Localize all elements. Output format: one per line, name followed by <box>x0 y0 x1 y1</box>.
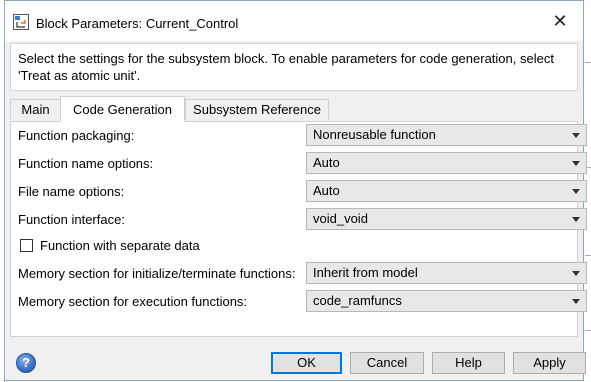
file-name-options-select[interactable]: Auto <box>306 180 587 202</box>
background-tick <box>585 330 591 331</box>
function-interface-label: Function interface: <box>18 212 125 227</box>
memory-exec-label: Memory section for execution functions: <box>18 294 248 309</box>
memory-exec-select[interactable]: code_ramfuncs <box>306 290 587 312</box>
chevron-down-icon <box>572 271 580 276</box>
chevron-down-icon <box>572 189 580 194</box>
file-name-options-value: Auto <box>313 183 340 198</box>
memory-init-term-select[interactable]: Inherit from model <box>306 262 587 284</box>
separate-data-checkbox[interactable] <box>20 239 33 252</box>
chevron-down-icon <box>572 161 580 166</box>
tab-subsystem-reference-label: Subsystem Reference <box>193 102 321 117</box>
function-packaging-label: Function packaging: <box>18 128 135 143</box>
tab-code-generation[interactable]: Code Generation <box>60 96 185 122</box>
cancel-button[interactable]: Cancel <box>350 352 424 374</box>
memory-exec-value: code_ramfuncs <box>313 293 402 308</box>
chevron-down-icon <box>572 133 580 138</box>
tab-code-generation-label: Code Generation <box>72 102 172 117</box>
memory-init-term-label: Memory section for initialize/terminate … <box>18 266 296 281</box>
function-packaging-select[interactable]: Nonreusable function <box>306 124 587 146</box>
tab-main-label: Main <box>21 102 50 117</box>
function-name-options-label: Function name options: <box>18 156 154 171</box>
help-icon[interactable]: ? <box>16 353 36 373</box>
function-packaging-value: Nonreusable function <box>313 127 436 142</box>
title-bar[interactable]: Block Parameters: Current_Control ✕ <box>5 1 583 41</box>
window-title: Block Parameters: Current_Control <box>36 16 239 31</box>
apply-button[interactable]: Apply <box>513 352 586 374</box>
help-button[interactable]: Help <box>432 352 505 374</box>
close-button[interactable]: ✕ <box>537 1 583 41</box>
background-tick <box>585 255 591 256</box>
description-box: Select the settings for the subsystem bl… <box>10 43 578 91</box>
tab-main[interactable]: Main <box>10 99 61 120</box>
chevron-down-icon <box>572 299 580 304</box>
file-name-options-label: File name options: <box>18 184 125 199</box>
separate-data-label[interactable]: Function with separate data <box>40 238 200 253</box>
description-text: Select the settings for the subsystem bl… <box>18 51 554 83</box>
close-icon: ✕ <box>552 10 568 31</box>
background-tick <box>585 62 591 63</box>
function-name-options-value: Auto <box>313 155 340 170</box>
memory-init-term-value: Inherit from model <box>313 265 418 280</box>
tab-subsystem-reference[interactable]: Subsystem Reference <box>185 99 329 120</box>
code-generation-panel: Function packaging: Nonreusable function… <box>10 121 587 337</box>
function-name-options-select[interactable]: Auto <box>306 152 587 174</box>
ok-button[interactable]: OK <box>271 352 342 374</box>
function-interface-value: void_void <box>313 211 368 226</box>
function-interface-select[interactable]: void_void <box>306 208 587 230</box>
chevron-down-icon <box>572 217 580 222</box>
block-parameters-dialog: Block Parameters: Current_Control ✕ Sele… <box>4 0 587 381</box>
simulink-block-icon <box>13 14 29 30</box>
